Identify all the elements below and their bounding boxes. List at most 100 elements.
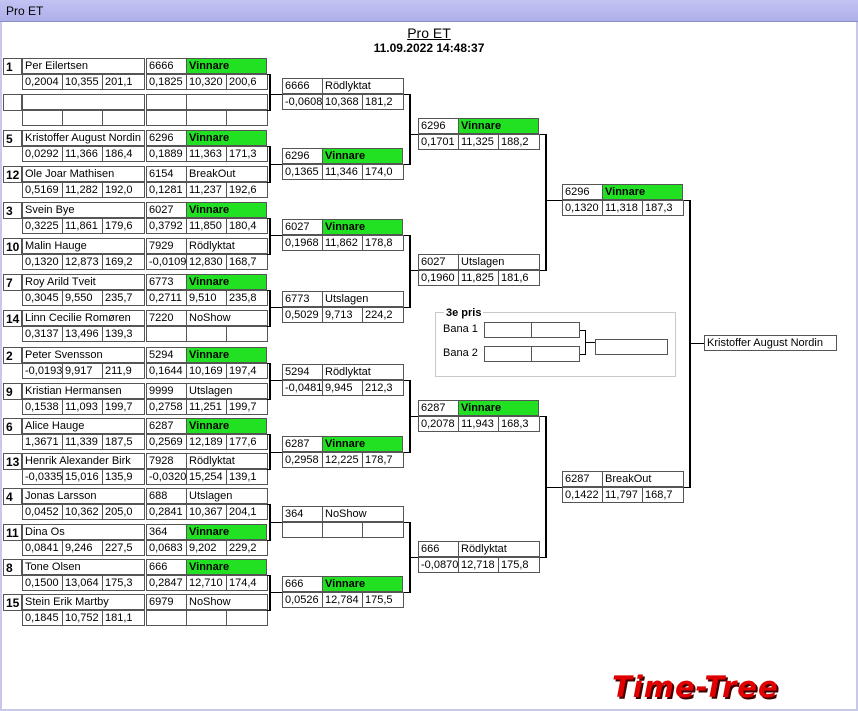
r3-result: Vinnare xyxy=(458,400,539,416)
r2-result: NoShow xyxy=(322,506,404,522)
driver-name: Ole Joar Mathisen xyxy=(22,166,145,182)
r2-elapsed-time xyxy=(322,522,363,538)
lane1-value xyxy=(531,322,580,338)
r4-elapsed-time: 11,797 xyxy=(602,487,643,503)
r2-speed xyxy=(362,522,404,538)
r4-result: Vinnare xyxy=(602,184,683,200)
r3-reaction-time: -0,0870 xyxy=(418,557,459,573)
qual-elapsed-time: 11,366 xyxy=(62,146,103,162)
lane2-input[interactable] xyxy=(484,346,532,362)
r1-speed: 168,7 xyxy=(226,254,268,270)
r2-elapsed-time: 10,368 xyxy=(322,94,363,110)
r1-number: 364 xyxy=(146,524,187,540)
r1-number: 7220 xyxy=(146,310,187,326)
r2-result: Utslagen xyxy=(322,291,404,307)
r1-reaction-time: -0,0109 xyxy=(146,254,187,270)
r2-result: Vinnare xyxy=(322,148,403,164)
r4-speed: 187,3 xyxy=(642,200,684,216)
qual-elapsed-time xyxy=(62,110,103,126)
qual-reaction-time: 0,1500 xyxy=(22,575,63,591)
r2-reaction-time: -0,0481 xyxy=(282,380,323,396)
r2-result: Vinnare xyxy=(322,576,403,592)
qual-reaction-time: 0,3225 xyxy=(22,218,63,234)
r1-elapsed-time: 9,510 xyxy=(186,290,227,306)
r1-reaction-time: -0,0320 xyxy=(146,469,187,485)
r1-speed: 192,6 xyxy=(226,182,268,198)
qual-elapsed-time: 13,064 xyxy=(62,575,103,591)
qual-elapsed-time: 9,550 xyxy=(62,290,103,306)
r1-elapsed-time: 10,367 xyxy=(186,504,227,520)
r1-reaction-time xyxy=(146,110,187,126)
r1-number: 5294 xyxy=(146,347,187,363)
r1-elapsed-time: 15,254 xyxy=(186,469,227,485)
qual-speed: 175,3 xyxy=(102,575,145,591)
r2-speed: 181,2 xyxy=(362,94,404,110)
time-tree-logo: Time-Tree xyxy=(612,670,779,704)
bracket-line xyxy=(269,363,271,400)
qual-speed: 169,2 xyxy=(102,254,145,270)
qual-speed: 139,3 xyxy=(102,326,145,342)
seed-number: 13 xyxy=(3,453,22,470)
r1-reaction-time: 0,1644 xyxy=(146,363,187,379)
r1-result: Utslagen xyxy=(186,383,268,399)
qual-elapsed-time: 10,362 xyxy=(62,504,103,520)
r3-speed: 181,6 xyxy=(498,270,540,286)
bracket-line xyxy=(409,235,411,308)
r1-number: 6287 xyxy=(146,418,187,434)
r1-reaction-time: 0,1281 xyxy=(146,182,187,198)
r2-elapsed-time: 12,784 xyxy=(322,592,363,608)
lane1-input[interactable] xyxy=(484,322,532,338)
third-place-title: 3e pris xyxy=(444,307,484,319)
r1-result: Vinnare xyxy=(186,524,267,540)
qual-elapsed-time: 13,496 xyxy=(62,326,103,342)
bracket-line xyxy=(269,290,271,327)
r1-reaction-time: 0,3792 xyxy=(146,218,187,234)
bracket-line xyxy=(689,200,691,488)
seed-number: 9 xyxy=(3,383,22,400)
r2-elapsed-time: 11,346 xyxy=(322,164,363,180)
r3-reaction-time: 0,1960 xyxy=(418,270,459,286)
r1-result: Vinnare xyxy=(186,347,267,363)
r1-number: 7928 xyxy=(146,453,187,469)
qual-reaction-time xyxy=(22,110,63,126)
r2-speed: 175,5 xyxy=(362,592,404,608)
r1-elapsed-time: 12,189 xyxy=(186,434,227,450)
bracket-line xyxy=(269,94,282,95)
seed-number: 15 xyxy=(3,594,22,611)
r1-elapsed-time: 12,830 xyxy=(186,254,227,270)
r1-elapsed-time xyxy=(186,610,227,626)
r1-number: 6154 xyxy=(146,166,187,182)
r4-result: BreakOut xyxy=(602,471,684,487)
seed-number: 12 xyxy=(3,166,22,183)
bracket-line xyxy=(545,134,547,271)
seed-number: 8 xyxy=(3,559,22,576)
r1-reaction-time: 0,2841 xyxy=(146,504,187,520)
r2-speed: 224,2 xyxy=(362,307,404,323)
r3-number: 6296 xyxy=(418,118,459,134)
window-titlebar[interactable]: Pro ET xyxy=(0,0,858,22)
r1-elapsed-time: 11,251 xyxy=(186,399,227,415)
r1-result: Vinnare xyxy=(186,58,267,74)
qual-speed: 186,4 xyxy=(102,146,145,162)
qual-speed: 201,1 xyxy=(102,74,145,90)
r1-result: Rödlyktat xyxy=(186,453,268,469)
r1-result: BreakOut xyxy=(186,166,268,182)
r1-speed: 197,4 xyxy=(226,363,268,379)
r1-number: 666 xyxy=(146,559,187,575)
r2-result: Rödlyktat xyxy=(322,364,404,380)
seed-number: 10 xyxy=(3,238,22,255)
seed-number: 5 xyxy=(3,130,22,147)
r1-speed: 139,1 xyxy=(226,469,268,485)
bracket-line xyxy=(269,592,282,593)
driver-name: Peter Svensson xyxy=(22,347,145,363)
qual-reaction-time: 0,1538 xyxy=(22,399,63,415)
r3-result: Vinnare xyxy=(458,118,539,134)
bracket-line xyxy=(269,522,282,523)
r1-reaction-time: 0,1825 xyxy=(146,74,187,90)
r4-reaction-time: 0,1422 xyxy=(562,487,603,503)
bracket-line xyxy=(689,343,704,344)
r2-number: 6773 xyxy=(282,291,323,307)
r2-elapsed-time: 9,945 xyxy=(322,380,363,396)
r3-result: Rödlyktat xyxy=(458,541,540,557)
r2-result: Rödlyktat xyxy=(322,78,404,94)
